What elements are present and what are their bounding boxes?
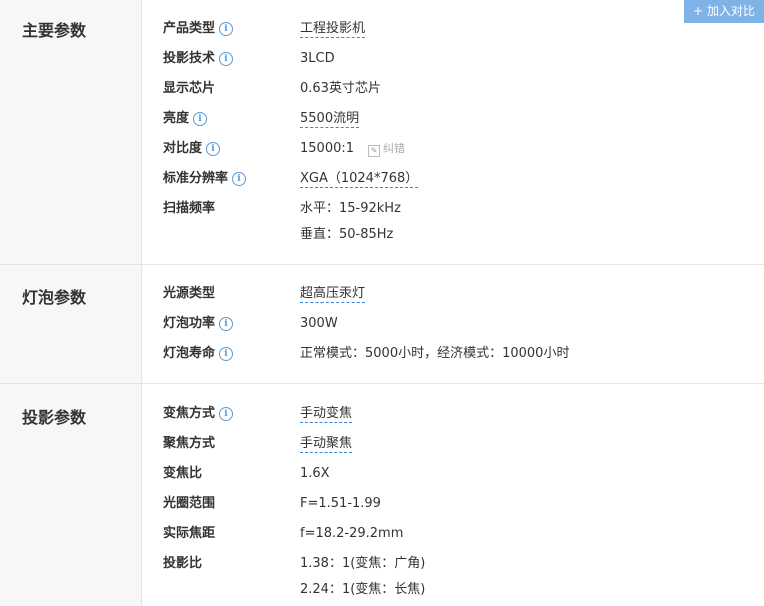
value-text: 15000:1 [300,141,355,156]
row-light-source: 光源类型 超高压汞灯 [142,284,764,304]
label-contrast: 对比度 i [163,139,221,159]
value-scan-freq-h: 水平：15-92kHz [300,201,401,216]
section-title-text: 灯泡参数 [22,288,87,307]
label-text: 变焦方式 [163,406,216,421]
value-resolution[interactable]: XGA（1024*768） [300,169,419,189]
info-icon[interactable]: i [219,347,234,361]
info-icon[interactable]: i [219,317,234,331]
section-main: 主要参数 产品类型 i 工程投影机 投影技术 i 3LCD 显示芯片 0.63英寸芯… [0,0,764,265]
label-text: 对比度 [163,141,203,156]
label-projection-tech: 投影技术 i [163,49,234,69]
section-projection: 投影参数 变焦方式 i 手动变焦 聚焦方式 手动聚焦 变焦比 1.6X 光圈范围 … [0,384,764,606]
section-body-projection: 变焦方式 i 手动变焦 聚焦方式 手动聚焦 变焦比 1.6X 光圈范围 F=1.5… [142,384,764,606]
row-focus-mode: 聚焦方式 手动聚焦 [142,434,764,454]
label-focal-length: 实际焦距 [163,526,216,541]
label-resolution: 标准分辨率 i [163,169,247,189]
label-focus-mode: 聚焦方式 [163,436,216,451]
label-text: 产品类型 [163,21,216,36]
section-title-text: 主要参数 [22,21,87,40]
value-zoom-mode[interactable]: 手动变焦 [300,404,353,424]
value-throw-ratio-tele: 2.24：1(变焦：长焦) [300,582,426,597]
label-lamp-power: 灯泡功率 i [163,314,234,334]
row-resolution: 标准分辨率 i XGA（1024*768） [142,169,764,189]
value-throw-ratio-wide: 1.38：1(变焦：广角) [300,556,426,571]
value-lamp-life: 正常模式：5000小时，经济模式：10000小时 [300,346,570,361]
plus-icon: + [693,4,704,18]
row-focal-length: 实际焦距 f=18.2-29.2mm [142,524,764,544]
value-aperture: F=1.51-1.99 [300,496,381,511]
section-lamp: 灯泡参数 光源类型 超高压汞灯 灯泡功率 i 300W 灯泡寿命 i 正常模式：50… [0,265,764,384]
value-focus-mode[interactable]: 手动聚焦 [300,434,353,454]
value-link[interactable]: 工程投影机 [300,21,366,38]
value-brightness[interactable]: 5500流明 [300,109,360,129]
label-product-type: 产品类型 i [163,19,234,39]
value-light-source[interactable]: 超高压汞灯 [300,284,366,304]
label-lamp-life: 灯泡寿命 i [163,344,234,364]
label-zoom-mode: 变焦方式 i [163,404,234,424]
value-link[interactable]: 手动聚焦 [300,436,353,453]
row-brightness: 亮度 i 5500流明 [142,109,764,129]
value-display-chip: 0.63英寸芯片 [300,81,381,96]
row-zoom-mode: 变焦方式 i 手动变焦 [142,404,764,424]
spec-table: 主要参数 产品类型 i 工程投影机 投影技术 i 3LCD 显示芯片 0.63英寸芯… [0,0,764,606]
label-aperture: 光圈范围 [163,496,216,511]
value-link[interactable]: 5500流明 [300,111,360,128]
label-throw-ratio: 投影比 [163,556,203,571]
value-link[interactable]: 超高压汞灯 [300,286,366,303]
value-contrast: 15000:1 ✎ 纠错 [300,139,405,159]
info-icon[interactable]: i [219,52,234,66]
pencil-icon: ✎ [368,145,381,157]
row-projection-tech: 投影技术 i 3LCD [142,49,764,69]
label-scan-freq: 扫描频率 [163,201,216,216]
info-icon[interactable]: i [206,142,221,156]
info-icon[interactable]: i [219,22,234,36]
value-lamp-power: 300W [300,316,338,331]
value-scan-freq-v: 垂直：50-85Hz [300,227,394,242]
value-zoom-ratio: 1.6X [300,466,330,481]
section-body-main: 产品类型 i 工程投影机 投影技术 i 3LCD 显示芯片 0.63英寸芯片 亮度 i… [142,0,764,264]
value-focal-length: f=18.2-29.2mm [300,526,404,541]
add-compare-button[interactable]: + 加入对比 [684,0,764,23]
row-product-type: 产品类型 i 工程投影机 [142,19,764,39]
label-zoom-ratio: 变焦比 [163,466,203,481]
value-projection-tech: 3LCD [300,51,335,66]
row-lamp-life: 灯泡寿命 i 正常模式：5000小时，经济模式：10000小时 [142,344,764,364]
row-throw-ratio: 投影比 1.38：1(变焦：广角) 2.24：1(变焦：长焦) [142,554,764,600]
label-display-chip: 显示芯片 [163,81,216,96]
value-link[interactable]: XGA（1024*768） [300,171,419,188]
section-title-lamp: 灯泡参数 [0,265,142,383]
value-link[interactable]: 手动变焦 [300,406,353,423]
row-lamp-power: 灯泡功率 i 300W [142,314,764,334]
row-zoom-ratio: 变焦比 1.6X [142,464,764,484]
fix-error-link[interactable]: ✎ 纠错 [368,139,405,159]
label-light-source: 光源类型 [163,286,216,301]
add-compare-label: 加入对比 [706,4,755,18]
section-body-lamp: 光源类型 超高压汞灯 灯泡功率 i 300W 灯泡寿命 i 正常模式：5000小时，… [142,265,764,383]
label-text: 标准分辨率 [163,171,229,186]
section-title-text: 投影参数 [22,408,87,427]
label-text: 亮度 [163,111,190,126]
label-text: 投影技术 [163,51,216,66]
row-contrast: 对比度 i 15000:1 ✎ 纠错 [142,139,764,159]
value-product-type[interactable]: 工程投影机 [300,19,366,39]
info-icon[interactable]: i [193,112,208,126]
info-icon[interactable]: i [219,407,234,421]
info-icon[interactable]: i [232,172,247,186]
label-text: 灯泡功率 [163,316,216,331]
fix-error-text: 纠错 [383,142,406,155]
row-aperture: 光圈范围 F=1.51-1.99 [142,494,764,514]
label-brightness: 亮度 i [163,109,208,129]
section-title-main: 主要参数 [0,0,142,264]
row-scan-freq: 扫描频率 水平：15-92kHz 垂直：50-85Hz [142,199,764,245]
label-text: 灯泡寿命 [163,346,216,361]
section-title-projection: 投影参数 [0,384,142,606]
row-display-chip: 显示芯片 0.63英寸芯片 [142,79,764,99]
